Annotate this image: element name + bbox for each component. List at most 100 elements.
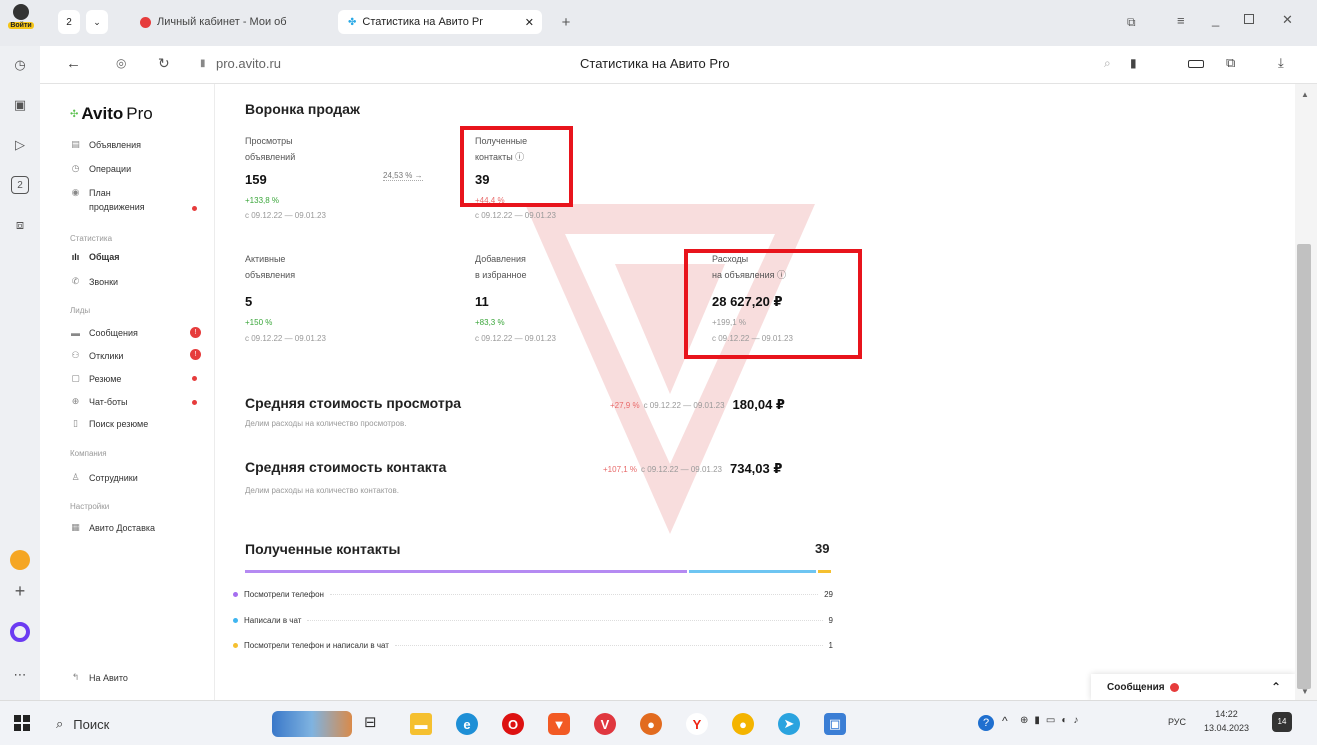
windows-start-icon[interactable] <box>14 715 30 731</box>
collections-icon[interactable]: ▣ <box>11 96 29 114</box>
sidebar-item-label: Объявления <box>89 139 142 150</box>
tab-personal-cabinet[interactable]: Личный кабинет - Мои об <box>130 10 330 34</box>
user-icon <box>13 4 29 20</box>
section-company: Компания <box>70 449 107 458</box>
tab-count-button[interactable]: 2 <box>58 10 80 34</box>
yandex-app-icon[interactable] <box>10 550 30 570</box>
video-icon[interactable]: ▷ <box>11 136 29 154</box>
sidebar-item-calls[interactable]: ✆ Звонки <box>70 276 118 287</box>
search-page-icon[interactable]: ⌕ <box>1104 56 1111 71</box>
sidebar-item-promo-plan[interactable]: ◉ План <box>70 187 111 198</box>
sidebar-item-resumes[interactable]: ▢ Резюме <box>70 373 121 384</box>
tab-dropdown-button[interactable]: ⌄ <box>86 10 108 34</box>
sidebar-item-label: Звонки <box>89 276 119 287</box>
new-tab-button[interactable]: + <box>556 10 576 34</box>
sidebar-item-resume-search[interactable]: ▯ Поиск резюме <box>70 418 148 429</box>
page-scrollbar[interactable]: ▲ ▼ <box>1295 84 1317 700</box>
profile-login-button[interactable]: Войти <box>8 4 34 42</box>
metric-label: Активные <box>245 254 286 264</box>
sidebar-item-ads[interactable]: ▤ Объявления <box>70 139 141 150</box>
sidebar-item-responses[interactable]: ⚇ Отклики <box>70 350 123 361</box>
row-leader <box>329 593 819 595</box>
battery-icon[interactable] <box>1188 60 1204 68</box>
sidebar-item-chatbots[interactable]: ⊕ Чат-боты <box>70 396 128 407</box>
metric-delta: +83,3 % <box>475 318 505 327</box>
sidebar-item-label: Отклики <box>89 350 124 361</box>
scrollbar-down-icon[interactable]: ▼ <box>1301 687 1309 696</box>
notification-center-icon[interactable]: 14 <box>1272 712 1292 732</box>
chrome-icon[interactable]: ● <box>732 713 754 735</box>
sidebar-item-label: Поиск резюме <box>89 418 149 429</box>
row-value: 9 <box>828 615 833 625</box>
messages-widget[interactable]: Сообщения ⌃ <box>1091 674 1295 700</box>
search-icon: ⌕ <box>56 716 64 731</box>
edge-icon[interactable]: e <box>456 713 478 735</box>
sidebar-item-label: Операции <box>89 163 132 174</box>
yandex-browser-icon[interactable]: Y <box>686 713 708 735</box>
clock[interactable]: 14:22 13.04.2023 <box>1204 707 1249 735</box>
avito-logo-icon: ✣ <box>70 108 79 120</box>
add-panel-icon[interactable]: + <box>11 582 29 600</box>
download-icon[interactable]: ⤓ <box>1278 55 1284 71</box>
url-field[interactable]: pro.avito.ru <box>216 56 281 71</box>
search-highlight-image <box>272 711 352 737</box>
avg-view-subtitle: Делим расходы на количество просмотров. <box>245 419 407 428</box>
opera-icon[interactable]: O <box>502 713 524 735</box>
sidebar-item-operations[interactable]: ◷ Операции <box>70 163 132 174</box>
login-label: Войти <box>8 22 34 29</box>
file-explorer-icon[interactable]: ▬ <box>410 713 432 735</box>
chevron-up-icon[interactable]: ⌃ <box>1271 680 1281 694</box>
avg-view-value: 180,04 ₽ <box>732 397 785 412</box>
history-icon[interactable]: ◷ <box>11 56 29 74</box>
taskbar-search[interactable]: ⌕ Поиск <box>48 709 278 739</box>
highlight-box-expenses <box>684 249 862 359</box>
close-window-button[interactable]: ✕ <box>1282 12 1293 28</box>
page-title: Статистика на Авито Pro <box>580 56 730 71</box>
sidebar-item-delivery[interactable]: ▦ Авито Доставка <box>70 522 155 533</box>
contacts-row-phone: Посмотрели телефон 29 <box>233 588 833 600</box>
sidebar-item-label: продвижения <box>89 202 145 212</box>
avito-pro-logo[interactable]: ✣ Avito Pro <box>70 104 153 124</box>
task-view-icon[interactable]: ⊟ <box>364 713 377 731</box>
sidebar-item-label: Резюме <box>89 373 122 384</box>
sidebar-item-general[interactable]: ılı Общая <box>70 252 120 262</box>
more-icon[interactable]: ⋯ <box>11 666 29 684</box>
extensions-icon[interactable]: ⧉ <box>1226 55 1235 71</box>
tab-collections-icon[interactable]: ⧉ <box>1127 15 1136 30</box>
firefox-icon[interactable]: ● <box>640 713 662 735</box>
reload-icon[interactable]: ↻ <box>158 55 170 72</box>
lock-icon: ▮ <box>200 58 206 69</box>
scrollbar-up-icon[interactable]: ▲ <box>1301 90 1309 99</box>
help-icon[interactable]: ? <box>978 715 994 731</box>
screenshot-icon[interactable]: ⧈ <box>11 216 29 234</box>
close-tab-icon[interactable]: ✕ <box>525 16 534 29</box>
maximize-button[interactable] <box>1244 14 1254 24</box>
contacts-row-chat: Написали в чат 9 <box>233 614 833 626</box>
tab-label: Личный кабинет - Мои об <box>157 16 287 28</box>
menu-icon[interactable]: ≡ <box>1177 13 1185 28</box>
tray-chevron-icon[interactable]: ^ <box>1002 714 1008 728</box>
tab-avito-stats[interactable]: ✤ Статистика на Авито Pr ✕ <box>338 10 542 34</box>
vivaldi-icon[interactable]: V <box>594 713 616 735</box>
tab-badge-icon[interactable]: 2 <box>11 176 29 194</box>
back-arrow-icon: ↰ <box>71 672 80 682</box>
minimize-button[interactable]: _ <box>1212 12 1219 27</box>
back-icon[interactable]: ← <box>66 55 81 72</box>
bot-icon: ⊕ <box>71 396 80 406</box>
bookmark-icon[interactable]: ▮ <box>1130 56 1137 70</box>
alice-icon[interactable] <box>10 622 30 642</box>
brave-icon[interactable]: ▼ <box>548 713 570 735</box>
app-icon[interactable]: ▣ <box>824 713 846 735</box>
keyboard-language[interactable]: РУС <box>1168 717 1186 727</box>
sidebar-item-messages[interactable]: ▬ Сообщения <box>70 328 138 338</box>
back-to-avito-link[interactable]: ↰ На Авито <box>70 672 128 683</box>
highlight-box-contacts <box>460 126 573 207</box>
protect-icon[interactable]: ◎ <box>116 56 126 70</box>
scrollbar-thumb[interactable] <box>1297 244 1311 689</box>
message-icon: ▬ <box>71 328 80 338</box>
telegram-icon[interactable]: ➤ <box>778 713 800 735</box>
row-leader <box>307 619 823 621</box>
sidebar-item-employees[interactable]: ♙ Сотрудники <box>70 472 137 483</box>
sidebar-item-promo-plan-line2[interactable]: продвижения <box>89 202 145 212</box>
tray-icons[interactable]: ⊕▮▭◐♪ <box>1020 715 1084 726</box>
